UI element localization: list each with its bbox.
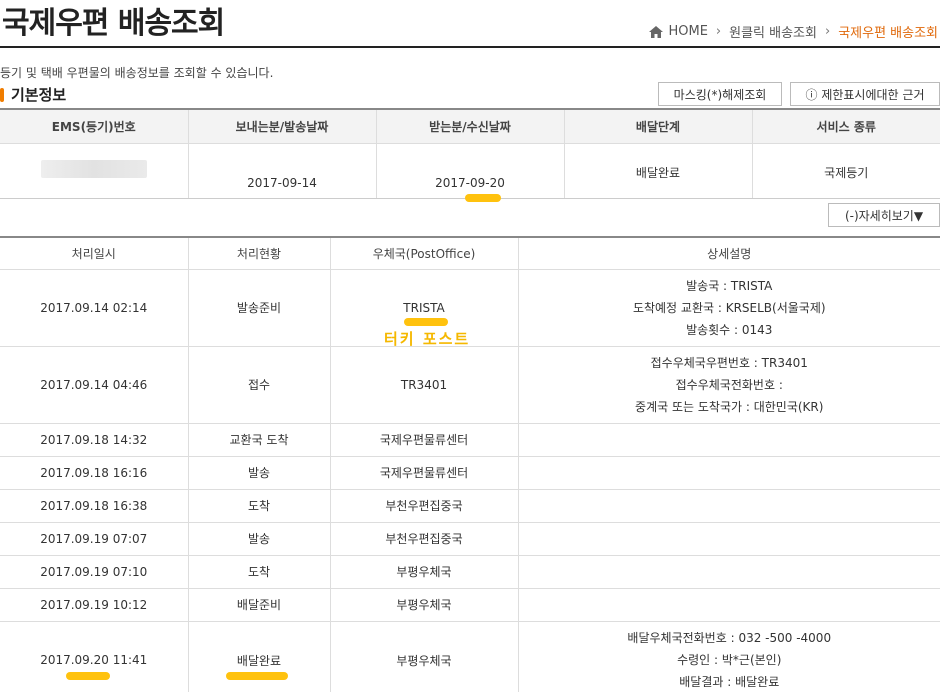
row-datetime: 2017.09.14 04:46: [0, 346, 188, 424]
restriction-info-button[interactable]: ⓘ 제한표시에대한 근거: [790, 82, 940, 106]
table-row: 2017.09.18 14:32 교환국 도착 국제우편물류센터: [0, 423, 940, 457]
page-title: 국제우편 배송조회: [2, 6, 225, 41]
detail-line: 중계국 또는 도착국가 : 대한민국(KR): [635, 399, 824, 414]
page-description: 등기 및 택배 우편물의 배송정보를 조회할 수 있습니다.: [0, 66, 274, 80]
row-datetime: 2017.09.19 07:10: [0, 555, 188, 589]
row-status: 발송준비: [187, 269, 330, 347]
detail-line: 접수우체국전화번호 :: [675, 377, 783, 392]
sent-date: 2017-09-14: [187, 143, 376, 199]
row-office: TR3401: [329, 346, 518, 424]
row-status: 교환국 도착: [187, 423, 330, 457]
highlight-mark: [404, 318, 448, 326]
table-row: 2017.09.14 04:46 접수 TR3401 접수우체국우편번호 : T…: [0, 346, 940, 424]
history-table: 처리일시 처리현황 우체국(PostOffice) 상세설명 2017.09.1…: [0, 236, 940, 692]
table-row: 2017.09.19 07:07 발송 부천우편집중국: [0, 522, 940, 556]
summary-table: EMS(등기)번호 보내는분/발송날짜 받는분/수신날짜 배달단계 서비스 종류…: [0, 108, 940, 199]
detail-line: 수령인 : 박*근(본인): [677, 653, 782, 667]
row-status: 도착: [187, 555, 330, 589]
breadcrumb-home[interactable]: HOME: [668, 24, 707, 39]
row-details: [517, 588, 940, 622]
row-datetime: 2017.09.18 14:32: [0, 423, 188, 457]
row-details: [517, 489, 940, 523]
detail-line: 발송횟수 : 0143: [686, 322, 773, 337]
breadcrumb-current[interactable]: 국제우편 배송조회: [838, 22, 938, 41]
row-status: 발송: [187, 522, 330, 556]
summary-header-row: EMS(등기)번호 보내는분/발송날짜 받는분/수신날짜 배달단계 서비스 종류: [0, 109, 940, 144]
table-row: 2017.09.18 16:16 발송 국제우편물류센터: [0, 456, 940, 490]
delivery-stage: 배달완료: [563, 143, 752, 199]
section-title: 기본정보: [11, 86, 67, 104]
row-office: 국제우편물류센터: [329, 456, 518, 490]
show-details-button[interactable]: (-)자세히보기▼: [828, 203, 940, 227]
row-datetime: 2017.09.18 16:38: [0, 489, 188, 523]
detail-line: 접수우체국우편번호 : TR3401: [650, 355, 808, 370]
row-status: 발송: [187, 456, 330, 490]
row-details: [517, 456, 940, 490]
row-status: 배달완료: [187, 621, 330, 692]
breadcrumb-level1[interactable]: 원클릭 배송조회: [729, 22, 817, 41]
header-service: 서비스 종류: [751, 109, 940, 144]
row-details: 배달우체국전화번호 : 032 -500 -4000 수령인 : 박*근(본인)…: [517, 621, 940, 692]
highlight-mark: [66, 672, 110, 680]
table-row: 2017.09.19 10:12 배달준비 부평우체국: [0, 588, 940, 622]
detail-line: 배달우체국전화번호 : 032 -500 -4000: [627, 631, 832, 645]
highlight-mark: [226, 672, 288, 680]
service-type: 국제등기: [751, 143, 940, 199]
header-status: 처리현황: [187, 237, 330, 270]
row-details: 발송국 : TRISTA 도착예정 교환국 : KRSELB(서울국제) 발송횟…: [517, 269, 940, 347]
row-datetime: 2017.09.19 07:07: [0, 522, 188, 556]
section-header: 기본정보: [0, 84, 66, 105]
header-tracking-number: EMS(등기)번호: [0, 109, 188, 144]
breadcrumb: HOME › 원클릭 배송조회 › 국제우편 배송조회: [649, 22, 938, 41]
row-office: 부평우체국: [329, 588, 518, 622]
detail-line: 배달결과 : 배달완료: [679, 675, 780, 689]
row-details: [517, 522, 940, 556]
section-marker: [0, 87, 4, 102]
chevron-right-icon: ›: [715, 24, 722, 39]
row-datetime: 2017.09.18 16:16: [0, 456, 188, 490]
row-details: 접수우체국우편번호 : TR3401 접수우체국전화번호 : 중계국 또는 도착…: [517, 346, 940, 424]
redacted-tracking-number: [40, 160, 147, 178]
header-stage: 배달단계: [563, 109, 752, 144]
row-office: 국제우편물류센터: [329, 423, 518, 457]
tracking-number-cell: [0, 143, 188, 199]
home-icon[interactable]: [649, 25, 664, 38]
row-datetime: 2017.09.19 10:12: [0, 588, 188, 622]
header-sender: 보내는분/발송날짜: [187, 109, 376, 144]
row-office: 부천우편집중국: [329, 489, 518, 523]
row-status: 배달준비: [187, 588, 330, 622]
received-date: 2017-09-20: [375, 143, 564, 199]
row-details: [517, 555, 940, 589]
row-office: 부평우체국: [329, 555, 518, 589]
row-office: 부천우편집중국: [329, 522, 518, 556]
row-office: 부평우체국: [329, 621, 518, 692]
unmask-lookup-button[interactable]: 마스킹(*)해제조회: [658, 82, 782, 106]
header-datetime: 처리일시: [0, 237, 188, 270]
table-row: 2017.09.19 07:10 도착 부평우체국: [0, 555, 940, 589]
summary-row: 2017-09-14 2017-09-20 배달완료 국제등기: [0, 143, 940, 199]
row-datetime: 2017.09.14 02:14: [0, 269, 188, 347]
row-datetime: 2017.09.20 11:41: [0, 621, 188, 692]
row-status: 접수: [187, 346, 330, 424]
row-status: 도착: [187, 489, 330, 523]
header-office: 우체국(PostOffice): [329, 237, 518, 270]
chevron-right-icon: ›: [824, 24, 831, 39]
row-details: [517, 423, 940, 457]
detail-line: 발송국 : TRISTA: [686, 278, 773, 293]
highlight-mark: [465, 194, 501, 202]
table-row: 2017.09.20 11:41 배달완료 부평우체국 배달우체국전화번호 : …: [0, 621, 940, 692]
header-details: 상세설명: [517, 237, 940, 270]
history-header-row: 처리일시 처리현황 우체국(PostOffice) 상세설명: [0, 237, 940, 270]
table-row: 2017.09.18 16:38 도착 부천우편집중국: [0, 489, 940, 523]
annotation-text: 터키 포스트: [384, 330, 471, 348]
detail-line: 도착예정 교환국 : KRSELB(서울국제): [632, 300, 826, 315]
title-divider: [0, 46, 940, 48]
header-receiver: 받는분/수신날짜: [375, 109, 564, 144]
